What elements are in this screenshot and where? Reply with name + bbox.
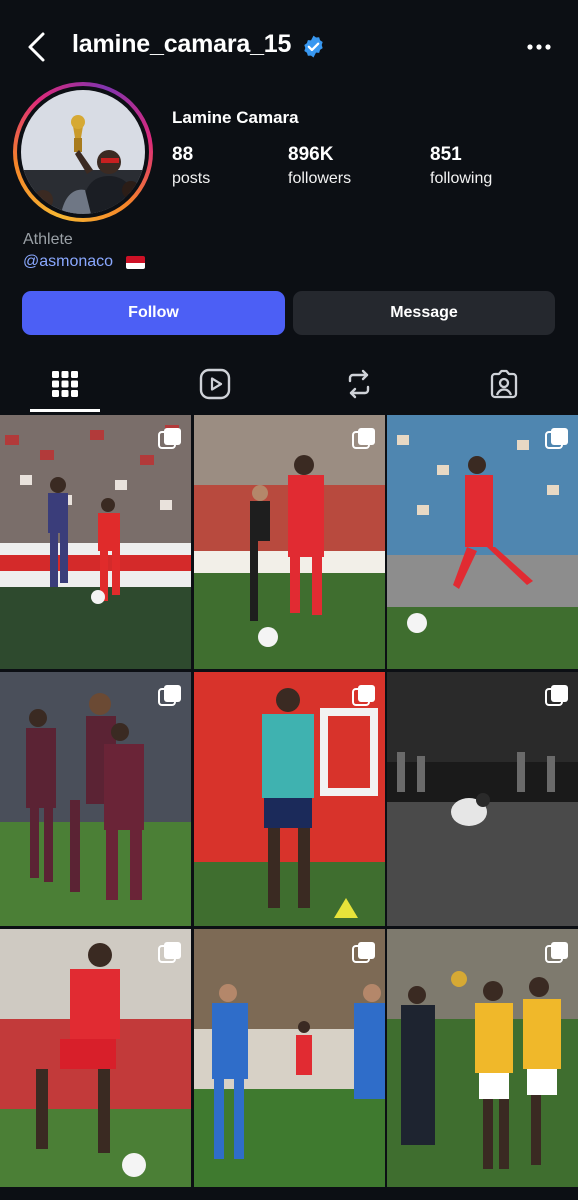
- post-thumbnail[interactable]: [0, 929, 191, 1187]
- post-photo: [0, 929, 191, 1187]
- tab-reposts[interactable]: [324, 356, 394, 412]
- post-thumbnail[interactable]: [0, 672, 191, 926]
- avatar-photo: [21, 90, 145, 214]
- follow-button[interactable]: Follow: [22, 291, 285, 335]
- reposts-icon: [348, 369, 370, 399]
- post-photo: [194, 929, 385, 1187]
- bottom-edge: [0, 1187, 578, 1200]
- multi-photo-icon: [158, 685, 181, 706]
- grid-icon: [52, 371, 78, 397]
- post-photo: [194, 672, 385, 926]
- followers-count[interactable]: 896K followers: [288, 144, 351, 188]
- multi-photo-icon: [158, 428, 181, 449]
- story-ring[interactable]: [13, 82, 153, 222]
- profile-username: lamine_camara_15: [72, 30, 292, 58]
- post-thumbnail[interactable]: [0, 415, 191, 669]
- post-thumbnail[interactable]: [387, 672, 578, 926]
- post-photo: [0, 672, 191, 926]
- post-photo: [0, 415, 191, 669]
- stat-label: following: [430, 170, 493, 187]
- stat-label: followers: [288, 170, 352, 187]
- multi-photo-icon: [545, 428, 568, 449]
- profile-tabs: [0, 356, 578, 412]
- stat-value: 851: [430, 144, 462, 165]
- multi-photo-icon: [352, 685, 375, 706]
- stat-value: 88: [172, 144, 194, 165]
- multi-photo-icon: [352, 942, 375, 963]
- following-count[interactable]: 851 following: [430, 144, 492, 188]
- multi-photo-icon: [158, 942, 181, 963]
- tab-reels[interactable]: [180, 356, 250, 412]
- post-photo: [387, 672, 578, 926]
- post-photo: [387, 929, 578, 1187]
- active-tab-indicator: [30, 409, 100, 412]
- post-thumbnail[interactable]: [194, 415, 385, 669]
- multi-photo-icon: [352, 428, 375, 449]
- monaco-flag-icon: [126, 256, 145, 269]
- post-thumbnail[interactable]: [387, 415, 578, 669]
- tab-tagged[interactable]: [469, 356, 539, 412]
- multi-photo-icon: [545, 942, 568, 963]
- posts-grid: [0, 415, 578, 1187]
- posts-count[interactable]: 88 posts: [172, 144, 210, 188]
- reels-icon: [199, 368, 231, 400]
- stat-value: 896K: [288, 144, 334, 165]
- display-name: Lamine Camara: [172, 108, 299, 127]
- multi-photo-icon: [545, 685, 568, 706]
- more-options-icon[interactable]: [524, 34, 554, 60]
- post-thumbnail[interactable]: [194, 672, 385, 926]
- message-button[interactable]: Message: [293, 291, 555, 335]
- avatar[interactable]: [21, 90, 145, 214]
- post-photo: [194, 415, 385, 669]
- profile-category: Athlete: [23, 231, 73, 248]
- post-photo: [387, 415, 578, 669]
- bio-mention-link[interactable]: @asmonaco: [23, 253, 113, 271]
- post-thumbnail[interactable]: [194, 929, 385, 1187]
- post-thumbnail[interactable]: [387, 929, 578, 1187]
- stat-label: posts: [172, 170, 211, 187]
- tab-posts-grid[interactable]: [30, 356, 100, 412]
- back-arrow-icon[interactable]: [22, 30, 54, 64]
- tagged-icon: [490, 369, 518, 399]
- verified-badge-icon: [304, 35, 323, 58]
